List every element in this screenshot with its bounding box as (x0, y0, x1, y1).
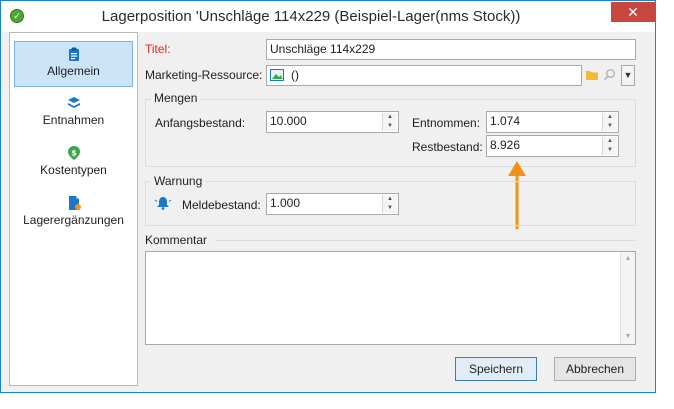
anfangsbestand-label: Anfangsbestand: (155, 116, 246, 130)
window-title: Lagerposition 'Unschläge 114x229 (Beispi… (101, 8, 521, 25)
save-button[interactable]: Speichern (455, 357, 537, 381)
kommentar-textarea[interactable]: ▲ ▼ (145, 251, 636, 345)
sidebar-item-kostentypen[interactable]: $ Kostentypen (14, 141, 133, 187)
chevron-down-icon[interactable]: ▼ (621, 65, 635, 86)
folder-icon[interactable] (585, 69, 599, 81)
dialog-window: ✓ Lagerposition 'Unschläge 114x229 (Beis… (0, 0, 656, 393)
bell-icon (154, 197, 172, 210)
meldebestand-label: Meldebestand: (182, 198, 261, 212)
title-bar: ✓ Lagerposition 'Unschläge 114x229 (Beis… (1, 1, 655, 32)
scroll-down-icon[interactable]: ▼ (621, 330, 635, 344)
entnommen-stepper[interactable]: ▲ ▼ (602, 113, 617, 131)
sidebar-item-lagerergaenzungen[interactable]: Lagerergänzungen (14, 191, 133, 237)
marketing-resource-label: Marketing-Ressource: (145, 68, 263, 82)
anfangsbestand-value: 10.000 (270, 114, 307, 128)
entnommen-field[interactable]: 1.074 ▲ ▼ (486, 111, 619, 133)
entnommen-label: Entnommen: (412, 116, 481, 130)
kommentar-divider (216, 240, 636, 241)
meldebestand-field[interactable]: 1.000 ▲ ▼ (266, 193, 399, 215)
scroll-up-icon[interactable]: ▲ (621, 252, 635, 266)
cancel-button[interactable]: Abbrechen (554, 357, 636, 381)
dollar-icon: $ (67, 146, 80, 160)
sidebar-item-label: Lagerergänzungen (23, 213, 124, 227)
sidebar-item-allgemein[interactable]: Allgemein (14, 41, 133, 87)
sidebar-item-label: Allgemein (47, 64, 100, 78)
marketing-resource-field[interactable]: () (266, 65, 582, 86)
anfangsbestand-field[interactable]: 10.000 ▲ ▼ (266, 111, 399, 133)
close-button[interactable]: ✕ (611, 2, 655, 22)
stack-icon (67, 97, 80, 108)
restbestand-label: Restbestand: (412, 140, 483, 154)
sidebar: Allgemein Entnahmen $ Kostentypen Lagere… (9, 32, 138, 386)
mengen-legend: Mengen (151, 91, 201, 105)
sidebar-item-label: Entnahmen (42, 113, 105, 127)
document-icon (68, 196, 81, 210)
dialog-body: Allgemein Entnahmen $ Kostentypen Lagere… (9, 32, 647, 386)
kommentar-scrollbar[interactable]: ▲ ▼ (620, 252, 635, 344)
svg-text:$: $ (71, 149, 77, 158)
sidebar-item-entnahmen[interactable]: Entnahmen (14, 91, 133, 137)
restbestand-value: 8.926 (490, 138, 521, 152)
title-field[interactable]: Unschläge 114x229 (266, 39, 636, 60)
meldebestand-stepper[interactable]: ▲ ▼ (382, 195, 397, 213)
sidebar-item-label: Kostentypen (40, 163, 107, 177)
marketing-resource-value: () (291, 68, 299, 82)
meldebestand-value: 1.000 (270, 196, 301, 210)
restbestand-field[interactable]: 8.926 ▲ ▼ (486, 135, 619, 157)
restbestand-stepper[interactable]: ▲ ▼ (602, 137, 617, 155)
anfangsbestand-stepper[interactable]: ▲ ▼ (382, 113, 397, 131)
kommentar-label: Kommentar (145, 233, 208, 247)
title-label: Titel: (145, 42, 171, 56)
clipboard-icon (68, 47, 79, 61)
image-icon (270, 69, 284, 81)
warnung-legend: Warnung (151, 174, 206, 188)
search-icon[interactable] (603, 68, 616, 81)
entnommen-value: 1.074 (490, 114, 521, 128)
